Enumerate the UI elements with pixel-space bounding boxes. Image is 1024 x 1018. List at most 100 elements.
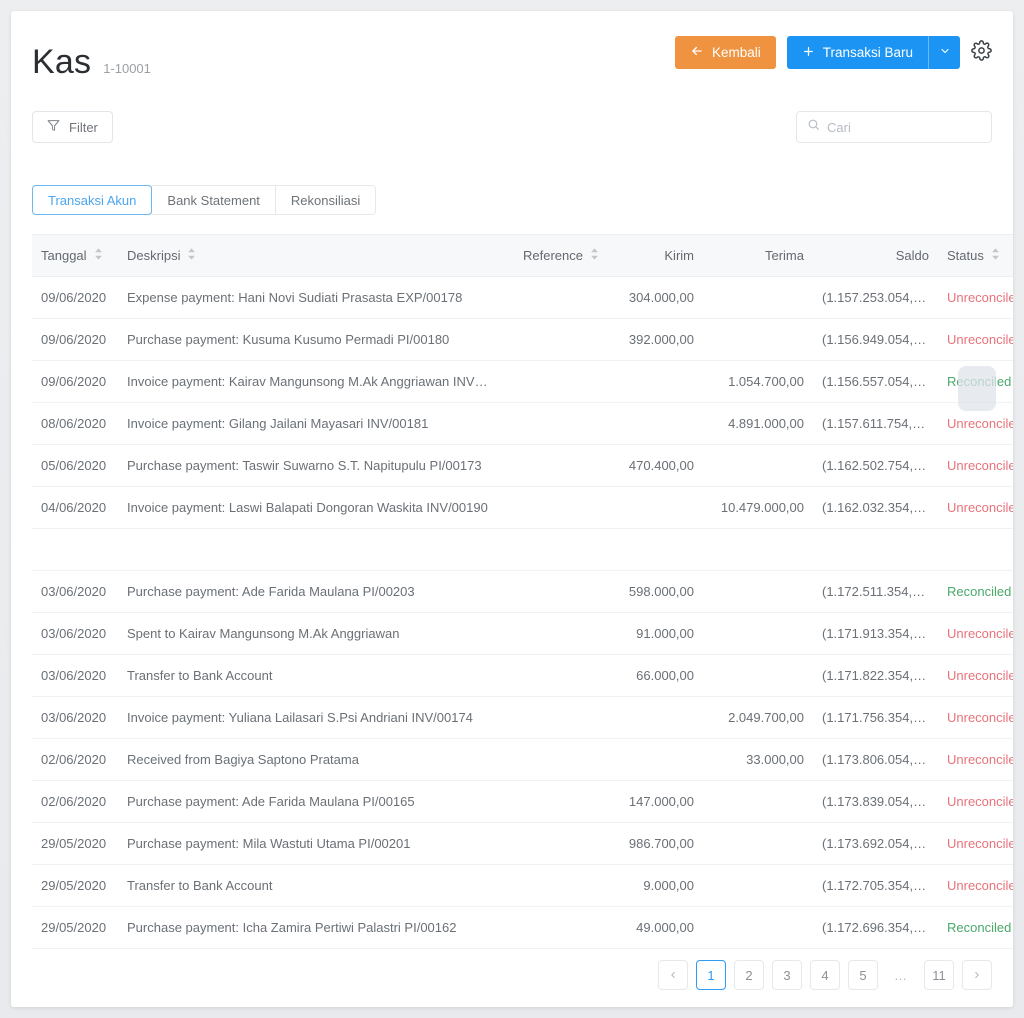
cell-status: Unreconciled: [938, 654, 1013, 697]
cell-tanggal: 03/06/2020: [32, 612, 118, 655]
pagination: 1 2 3 4 5 … 11: [658, 960, 992, 990]
table-row[interactable]: 09/06/2020 Purchase payment: Kusuma Kusum…: [32, 318, 1013, 361]
cell-kirim: 986.700,00: [608, 822, 703, 865]
pagination-page-2[interactable]: 2: [734, 960, 764, 990]
table-row[interactable]: 08/06/2020 Invoice payment: Gilang Jailan…: [32, 402, 1013, 445]
page-background: Kas 1-10001 Kembali Transaksi Baru Filte…: [0, 0, 1024, 1018]
cell-status: Unreconciled: [938, 822, 1013, 865]
pagination-page-4[interactable]: 4: [810, 960, 840, 990]
table-row[interactable]: 05/06/2020 Purchase payment: Taswir Suwar…: [32, 444, 1013, 487]
column-label: Kirim: [664, 248, 694, 263]
cell-status: Reconciled: [938, 906, 1013, 949]
cell-kirim: 470.400,00: [608, 444, 703, 487]
cell-tanggal: 02/06/2020: [32, 780, 118, 823]
cell-terima: [703, 864, 813, 907]
cell-reference: [498, 696, 608, 739]
cell-tanggal: 29/05/2020: [32, 864, 118, 907]
pagination-page-5[interactable]: 5: [848, 960, 878, 990]
cell-kirim: 392.000,00: [608, 318, 703, 361]
sort-icon[interactable]: [590, 248, 599, 263]
cell-tanggal: 09/06/2020: [32, 360, 118, 403]
column-header-status[interactable]: Status: [938, 234, 1013, 277]
cell-terima: [703, 822, 813, 865]
table-row[interactable]: 03/06/2020 Invoice payment: Yuliana Laila…: [32, 696, 1013, 739]
cell-terima: 4.891.000,00: [703, 402, 813, 445]
cell-saldo: (1.173.839.054,54): [813, 780, 938, 823]
table-row[interactable]: 03/06/2020 Spent to Kairav Mangunsong M.A…: [32, 612, 1013, 655]
cell-status: Unreconciled: [938, 444, 1013, 487]
search-box[interactable]: [796, 111, 1003, 143]
header-actions: Kembali Transaksi Baru: [674, 36, 992, 69]
cell-tanggal: 03/06/2020: [32, 570, 118, 613]
cell-reference: [498, 654, 608, 697]
back-button[interactable]: Kembali: [674, 36, 776, 69]
table-row[interactable]: 29/05/2020 Transfer to Bank Account 9.000,…: [32, 864, 1013, 907]
pagination-page-11[interactable]: 11: [924, 960, 954, 990]
tab-rekonsiliasi[interactable]: Rekonsiliasi: [274, 185, 377, 215]
page-title: Kas: [32, 43, 92, 81]
cell-deskripsi: Invoice payment: Gilang Jailani Mayasari…: [118, 402, 498, 445]
pagination-ellipsis: …: [894, 967, 908, 983]
cell-deskripsi: Purchase payment: Mila Wastuti Utama PI/…: [118, 822, 498, 865]
cell-kirim: 147.000,00: [608, 780, 703, 823]
column-header-reference[interactable]: Reference: [498, 234, 608, 277]
pagination-next-button[interactable]: [962, 960, 992, 990]
cell-reference: [498, 780, 608, 823]
cell-saldo: (1.173.692.054,54): [813, 822, 938, 865]
table-row[interactable]: 29/05/2020 Purchase payment: Mila Wastuti…: [32, 822, 1013, 865]
page-header: Kas 1-10001 Kembali Transaksi Baru: [11, 11, 1013, 103]
pagination-prev-button[interactable]: [658, 960, 688, 990]
new-transaction-dropdown-toggle[interactable]: [928, 36, 960, 69]
table-row[interactable]: 29/05/2020 Purchase payment: Icha Zamira …: [32, 906, 1013, 949]
pagination-page-3[interactable]: 3: [772, 960, 802, 990]
table-scrollbar-thumb[interactable]: [958, 366, 996, 411]
chevron-down-icon: [939, 44, 951, 62]
table-row[interactable]: 03/06/2020 Purchase payment: Ade Farida M…: [32, 570, 1013, 613]
tab-label: Transaksi Akun: [48, 192, 137, 208]
tab-transaksi-akun[interactable]: Transaksi Akun: [32, 185, 153, 215]
sort-icon[interactable]: [187, 248, 196, 263]
cell-deskripsi: Invoice payment: Yuliana Lailasari S.Psi…: [118, 696, 498, 739]
cell-deskripsi: Invoice payment: Laswi Balapati Dongoran…: [118, 486, 498, 529]
pagination-page-1[interactable]: 1: [696, 960, 726, 990]
filter-button[interactable]: Filter: [32, 111, 113, 143]
cell-status: Unreconciled: [938, 696, 1013, 739]
search-input[interactable]: [827, 119, 1003, 135]
cell-reference: [498, 864, 608, 907]
cell-kirim: [608, 738, 703, 781]
sort-icon[interactable]: [94, 248, 103, 263]
cell-status: Unreconciled: [938, 318, 1013, 361]
column-header-tanggal[interactable]: Tanggal: [32, 234, 118, 277]
cell-reference: [498, 486, 608, 529]
table-row[interactable]: 09/06/2020 Invoice payment: Kairav Mangun…: [32, 360, 1013, 403]
cell-reference: [498, 402, 608, 445]
cell-reference: [498, 318, 608, 361]
cell-tanggal: [32, 528, 118, 571]
cell-reference: [498, 570, 608, 613]
sort-icon[interactable]: [991, 248, 1000, 263]
new-transaction-button[interactable]: Transaksi Baru: [786, 36, 928, 69]
table-row[interactable]: 02/06/2020 Purchase payment: Ade Farida M…: [32, 780, 1013, 823]
column-label: Tanggal: [41, 248, 87, 263]
tab-bank-statement[interactable]: Bank Statement: [151, 185, 276, 215]
cell-status: Unreconciled: [938, 612, 1013, 655]
column-header-deskripsi[interactable]: Deskripsi: [118, 234, 498, 277]
cell-deskripsi: Purchase payment: Kusuma Kusumo Permadi …: [118, 318, 498, 361]
cell-reference: [498, 906, 608, 949]
settings-button[interactable]: [971, 39, 992, 66]
column-header-kirim: Kirim: [608, 234, 703, 277]
table-row[interactable]: 02/06/2020 Received from Bagiya Saptono P…: [32, 738, 1013, 781]
table-row[interactable]: [32, 528, 1013, 571]
account-code: 1-10001: [103, 61, 151, 76]
cell-kirim: [608, 696, 703, 739]
cell-terima: [703, 654, 813, 697]
table-row[interactable]: 09/06/2020 Expense payment: Hani Novi Sud…: [32, 276, 1013, 319]
cell-deskripsi: Invoice payment: Kairav Mangunsong M.Ak …: [118, 360, 498, 403]
cell-terima: 2.049.700,00: [703, 696, 813, 739]
cell-kirim: [608, 528, 703, 571]
table-row[interactable]: 04/06/2020 Invoice payment: Laswi Balapat…: [32, 486, 1013, 529]
cell-kirim: [608, 402, 703, 445]
cell-reference: [498, 276, 608, 319]
search-icon: [807, 118, 820, 136]
table-row[interactable]: 03/06/2020 Transfer to Bank Account 66.000…: [32, 654, 1013, 697]
